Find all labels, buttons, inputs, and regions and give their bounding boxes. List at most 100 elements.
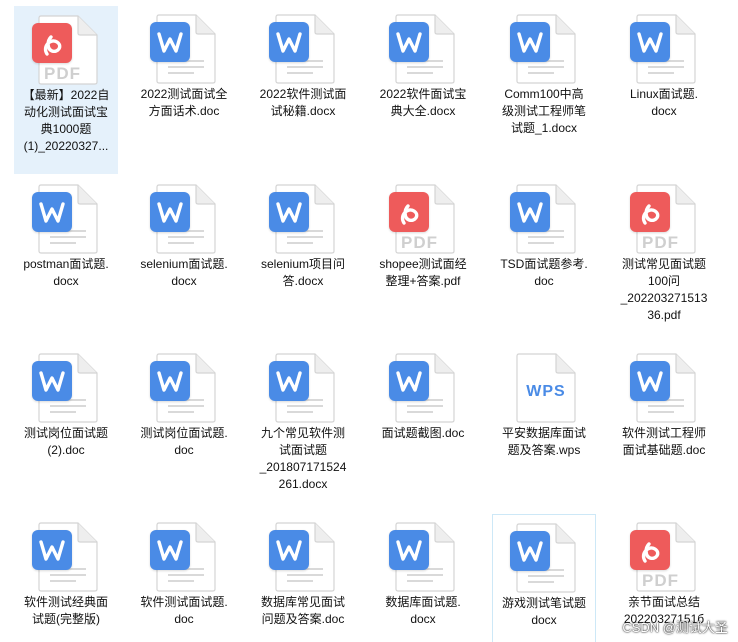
file-name: selenium项目问 答.docx — [260, 257, 346, 288]
word-w-logo — [150, 22, 190, 62]
file-item[interactable]: Linux面试题. docx — [612, 6, 716, 120]
file-name: 2022测试面试全 方面话术.doc — [140, 87, 228, 118]
word-document-icon — [150, 184, 218, 254]
file-name: 2022软件面试宝 典大全.docx — [379, 87, 467, 118]
word-document-icon — [510, 14, 578, 84]
doc-document-icon — [389, 353, 457, 423]
file-item[interactable]: Comm100中高 级测试工程师笔 试题_1.docx — [492, 6, 596, 137]
file-item[interactable]: 软件测试面试题. doc — [132, 514, 236, 628]
doc-document-icon — [32, 353, 100, 423]
file-item[interactable]: PDF 测试常见面试题 100问 _202203271513 36.pdf — [612, 176, 716, 324]
pdf-label: PDF — [44, 64, 81, 83]
word-document-icon — [630, 14, 698, 84]
file-item[interactable]: TSD面试题参考. doc — [492, 176, 596, 290]
word-document-icon — [269, 353, 337, 423]
file-grid: PDF 【最新】2022自 动化测试面试宝 典1000题 (1)_20220327… — [0, 0, 738, 642]
word-w-logo — [510, 22, 550, 62]
doc-document-icon — [32, 522, 100, 592]
pdf-label: PDF — [642, 233, 679, 252]
word-document-icon — [32, 184, 100, 254]
file-item[interactable]: 数据库面试题. docx — [371, 514, 475, 628]
file-item[interactable]: selenium面试题. docx — [132, 176, 236, 290]
file-name: 数据库常见面试 问题及答案.doc — [260, 595, 345, 626]
file-item[interactable]: PDF shopee测试面经 整理+答案.pdf — [371, 176, 475, 290]
file-name: 软件测试面试题. doc — [140, 595, 228, 626]
word-w-logo — [630, 361, 670, 401]
pdf-label: PDF — [401, 233, 438, 252]
file-item[interactable]: postman面试题. docx — [14, 176, 118, 290]
pdf-logo — [630, 530, 670, 570]
file-item[interactable]: 游戏测试笔试题 docx — [492, 514, 596, 642]
word-w-logo — [32, 192, 72, 232]
file-item[interactable]: 面试题截图.doc — [371, 345, 475, 442]
doc-document-icon — [150, 14, 218, 84]
word-document-icon — [389, 14, 457, 84]
file-name: 平安数据库面试 题及答案.wps — [501, 426, 586, 457]
pdf-document-icon: PDF — [389, 184, 457, 254]
doc-document-icon — [150, 522, 218, 592]
file-item[interactable]: 2022测试面试全 方面话术.doc — [132, 6, 236, 120]
word-w-logo — [269, 361, 309, 401]
file-name: 面试题截图.doc — [381, 426, 465, 440]
word-w-logo — [389, 361, 429, 401]
word-w-logo — [630, 22, 670, 62]
file-name: Linux面试题. docx — [629, 87, 699, 118]
word-w-logo — [150, 361, 190, 401]
file-item[interactable]: PDF 亲节面试总结 20220327151б — [612, 514, 716, 628]
file-name: 【最新】2022自 动化测试面试宝 典1000题 (1)_20220327... — [22, 88, 110, 153]
word-document-icon — [389, 522, 457, 592]
file-name: Comm100中高 级测试工程师笔 试题_1.docx — [501, 87, 586, 135]
doc-document-icon — [510, 184, 578, 254]
file-item[interactable]: 2022软件面试宝 典大全.docx — [371, 6, 475, 120]
file-item[interactable]: 测试岗位面试题 (2).doc — [14, 345, 118, 459]
word-w-logo — [389, 22, 429, 62]
word-w-logo — [32, 361, 72, 401]
doc-document-icon — [269, 522, 337, 592]
csdn-watermark: CSDN @测试大圣 — [622, 620, 728, 635]
wps-logo: WPS — [526, 383, 566, 400]
file-name: 测试常见面试题 100问 _202203271513 36.pdf — [620, 257, 708, 322]
pdf-logo — [32, 23, 72, 63]
file-name: 2022软件测试面 试秘籍.docx — [259, 87, 347, 118]
pdf-document-icon: PDF — [630, 522, 698, 592]
file-name: shopee测试面经 整理+答案.pdf — [379, 257, 467, 288]
file-name: 九个常见软件测 试面试题 _201807171524 261.docx — [259, 426, 347, 491]
pdf-document-icon: PDF — [630, 184, 698, 254]
file-item[interactable]: selenium项目问 答.docx — [251, 176, 355, 290]
word-document-icon — [510, 523, 578, 593]
word-document-icon — [269, 14, 337, 84]
file-name: selenium面试题. docx — [140, 257, 228, 288]
file-name: 测试岗位面试题 (2).doc — [23, 426, 108, 457]
file-item[interactable]: 九个常见软件测 试面试题 _201807171524 261.docx — [251, 345, 355, 493]
word-w-logo — [32, 530, 72, 570]
doc-document-icon — [150, 353, 218, 423]
file-item[interactable]: 软件测试经典面 试题(完整版) — [14, 514, 118, 628]
file-item[interactable]: 软件测试工程师 面试基础题.doc — [612, 345, 716, 459]
word-w-logo — [150, 530, 190, 570]
word-w-logo — [389, 530, 429, 570]
file-name: 软件测试经典面 试题(完整版) — [23, 595, 108, 626]
file-name: 软件测试工程师 面试基础题.doc — [621, 426, 706, 457]
file-item[interactable]: 2022软件测试面 试秘籍.docx — [251, 6, 355, 120]
file-item[interactable]: PDF 【最新】2022自 动化测试面试宝 典1000题 (1)_20220327… — [14, 6, 118, 174]
word-document-icon — [269, 184, 337, 254]
doc-document-icon — [630, 353, 698, 423]
file-name: 数据库面试题. docx — [385, 595, 461, 626]
pdf-logo — [630, 192, 670, 232]
file-name: postman面试题. docx — [23, 257, 109, 288]
word-w-logo — [510, 531, 550, 571]
word-w-logo — [269, 192, 309, 232]
file-name: 测试岗位面试题. doc — [140, 426, 228, 457]
word-w-logo — [269, 22, 309, 62]
pdf-label: PDF — [642, 571, 679, 590]
word-w-logo — [150, 192, 190, 232]
file-item[interactable]: 测试岗位面试题. doc — [132, 345, 236, 459]
word-w-logo — [510, 192, 550, 232]
file-item[interactable]: 数据库常见面试 问题及答案.doc — [251, 514, 355, 628]
file-item[interactable]: WPS 平安数据库面试 题及答案.wps — [492, 345, 596, 459]
wps-document-icon: WPS — [510, 353, 578, 423]
file-name: TSD面试题参考. doc — [500, 257, 588, 288]
word-w-logo — [269, 530, 309, 570]
pdf-document-icon: PDF — [32, 15, 100, 85]
file-name: 游戏测试笔试题 docx — [501, 596, 586, 627]
